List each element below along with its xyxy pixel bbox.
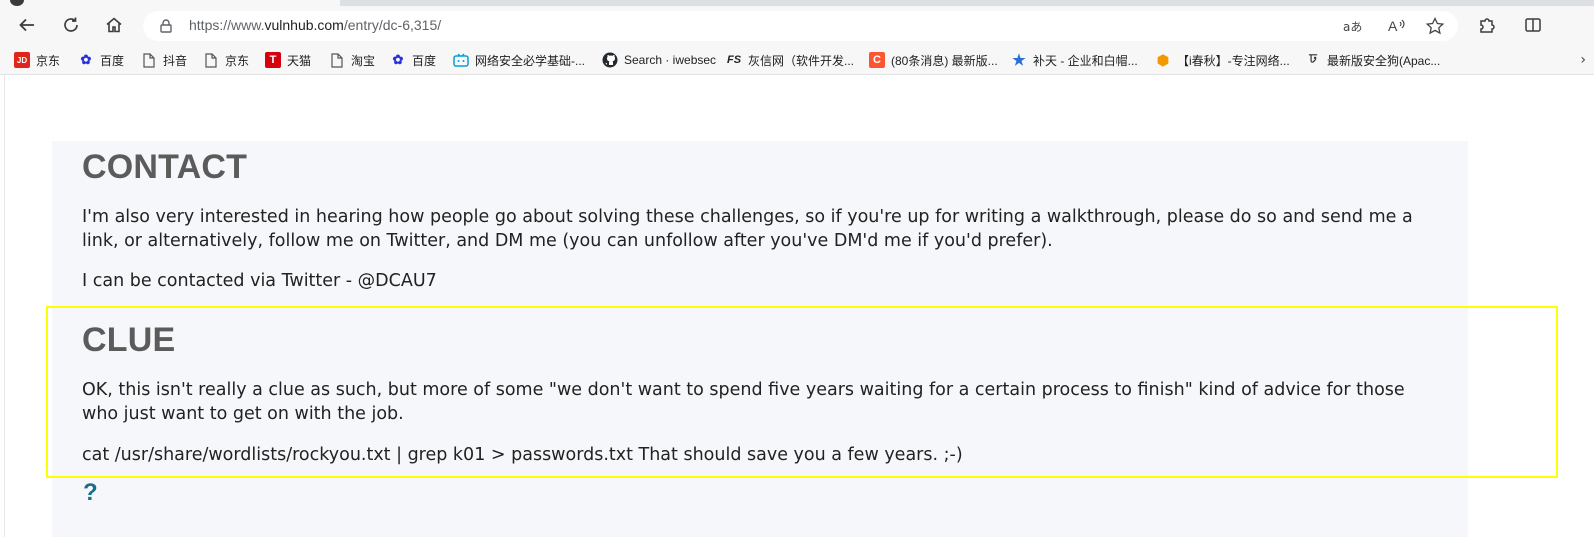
svg-text:aあ: aあ [1343,20,1362,34]
bookmark-label: 京东 [225,53,250,68]
bookmark-label: 【i春秋】-专注网络... [1177,53,1290,68]
ichunqiu-icon: ⬢ [1156,51,1170,68]
bookmark-fs[interactable]: FS 灰信网（软件开发... [726,50,854,70]
url-host: vulnhub.com [264,17,344,33]
bookmark-butian[interactable]: ★ 补天 - 企业和白帽... [1011,50,1138,70]
bookmark-label: (80条消息) 最新版... [891,53,998,68]
url-text[interactable]: https://www.vulnhub.com/entry/dc-6,315/ [189,17,441,33]
safedog-icon: ঢ [1309,50,1317,66]
bookmark-csdn[interactable]: C (80条消息) 最新版... [869,50,998,70]
bookmarks-bar: JD 京东 ✿ 百度 抖音 京东 T 天猫 淘宝 ✿ 百度 网络安全必学基础-... S… [0,44,1594,75]
extensions-button[interactable] [1472,11,1502,39]
bookmark-label: 灰信网（软件开发... [748,53,855,68]
bookmark-taobao[interactable]: 淘宝 [329,50,375,70]
bookmark-label: 网络安全必学基础-... [475,53,585,68]
tmall-icon: T [265,52,281,68]
read-aloud-icon[interactable]: A [1387,17,1407,35]
split-screen-button[interactable] [1518,11,1548,39]
split-screen-icon [1525,18,1541,32]
puzzle-icon [1480,18,1495,33]
browser-toolbar: https://www.vulnhub.com/entry/dc-6,315/ … [0,6,1594,44]
svg-text:A: A [1388,18,1398,34]
bookmark-label: 淘宝 [351,53,376,68]
bookmark-label: 京东 [36,53,61,68]
clue-heading: CLUE [82,321,176,359]
page-icon [203,52,219,68]
home-button[interactable] [99,11,129,39]
jd-icon: JD [14,52,30,68]
bookmark-safedog[interactable]: ঢ 最新版安全狗(Apac... [1305,50,1440,70]
arrow-left-icon [19,18,34,32]
reload-icon [64,17,78,32]
clue-command-text: cat /usr/share/wordlists/rockyou.txt | g… [82,445,963,465]
favorite-star-icon[interactable] [1425,17,1445,35]
contact-twitter-text: I can be contacted via Twitter - @DCAU7 [82,271,437,291]
github-icon [602,52,618,68]
bookmark-baidu[interactable]: ✿ 百度 [78,50,124,70]
contact-heading: CONTACT [82,148,248,186]
bookmark-bilibili[interactable]: 网络安全必学基础-... [453,50,585,70]
bookmark-label: 百度 [100,53,125,68]
page-icon [329,52,345,68]
bookmark-label: 天猫 [287,53,312,68]
lock-icon[interactable] [158,18,174,34]
back-button[interactable] [12,11,42,39]
baidu-paw-icon: ✿ [80,52,92,67]
translate-icon[interactable]: aあ [1343,17,1363,35]
bookmark-label: 补天 - 企业和白帽... [1033,53,1138,68]
help-question-icon[interactable]: ? [83,479,98,507]
bookmark-label: 最新版安全狗(Apac... [1327,53,1441,68]
page-content: CONTACT I'm also very interested in hear… [0,75,1594,537]
fs-icon: FS [726,54,742,66]
home-icon [106,17,122,33]
chevron-right-icon[interactable]: › [1580,52,1586,68]
bookmark-label: Search · iwebsec [624,53,717,67]
page-left-border [4,75,5,537]
bookmark-jd[interactable]: JD 京东 [14,50,60,70]
baidu-paw-icon: ✿ [392,52,404,67]
bookmark-label: 百度 [412,53,437,68]
page-icon [141,52,157,68]
reload-button[interactable] [56,11,86,39]
bookmark-tmall[interactable]: T 天猫 [265,50,311,70]
url-prefix: https://www. [189,17,265,33]
bookmark-ichunqiu[interactable]: ⬢ 【i春秋】-专注网络... [1155,50,1290,70]
csdn-icon: C [869,52,885,68]
bookmark-baidu-2[interactable]: ✿ 百度 [390,50,436,70]
butian-star-icon: ★ [1012,52,1026,69]
clue-paragraph: OK, this isn't really a clue as such, bu… [82,380,1405,424]
bookmark-github-iwebsec[interactable]: Search · iwebsec [602,50,716,70]
url-path: /entry/dc-6,315/ [343,17,442,33]
bilibili-icon [453,52,469,68]
bookmark-label: 抖音 [163,53,188,68]
contact-paragraph: I'm also very interested in hearing how … [82,207,1413,251]
bookmark-jd-2[interactable]: 京东 [203,50,249,70]
address-bar[interactable]: https://www.vulnhub.com/entry/dc-6,315/ … [143,11,1458,41]
bookmark-douyin[interactable]: 抖音 [141,50,187,70]
